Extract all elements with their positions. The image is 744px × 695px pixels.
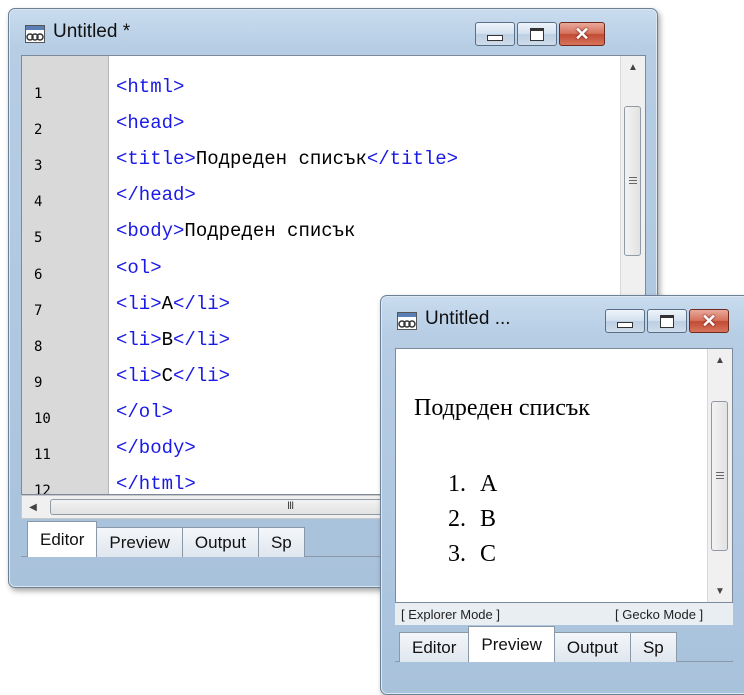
close-button[interactable]: ✕ xyxy=(689,309,729,333)
close-icon: ✕ xyxy=(574,24,590,44)
scroll-grip: III xyxy=(287,500,294,512)
html-closing-tag: </li> xyxy=(173,292,231,315)
html-closing-tag: </title> xyxy=(366,148,459,171)
close-button[interactable]: ✕ xyxy=(559,22,605,46)
code-line[interactable]: </html> xyxy=(116,473,196,495)
maximize-button[interactable] xyxy=(517,22,557,46)
code-line[interactable]: <li>A</li> xyxy=(116,293,230,315)
minimize-icon xyxy=(487,35,503,41)
html-tag: </head> xyxy=(116,184,196,207)
preview-window: Untitled ... ✕ Подреден списък 1. A 2. B 3. C… xyxy=(380,295,744,695)
app-icon xyxy=(25,25,45,43)
tab-sp[interactable]: Sp xyxy=(257,527,305,557)
html-tag: <li> xyxy=(116,364,162,387)
preview-heading: Подреден списък xyxy=(414,395,590,421)
close-icon: ✕ xyxy=(701,311,717,331)
maximize-icon xyxy=(530,27,544,41)
html-tag: </ol> xyxy=(116,400,174,423)
html-tag: <li> xyxy=(116,292,162,315)
caption-buttons: ✕ xyxy=(603,309,729,333)
line-number: 4 xyxy=(34,194,43,211)
code-line[interactable]: <li>B</li> xyxy=(116,329,230,351)
html-closing-tag: </li> xyxy=(173,328,231,351)
tab-editor[interactable]: Editor xyxy=(27,521,98,557)
code-line[interactable]: <ol> xyxy=(116,257,162,279)
line-number: 7 xyxy=(34,302,43,319)
line-number: 6 xyxy=(34,266,43,283)
html-tag: <body> xyxy=(116,220,185,243)
code-line[interactable]: </ol> xyxy=(116,401,173,423)
window-title: Untitled * xyxy=(53,21,131,42)
line-number: 9 xyxy=(34,374,43,391)
html-tag: <html> xyxy=(116,76,185,98)
line-number: 11 xyxy=(34,447,51,463)
code-text: Подреден списък xyxy=(184,220,356,243)
line-number: 1 xyxy=(34,86,43,102)
html-tag: <title> xyxy=(116,148,196,171)
scroll-thumb[interactable] xyxy=(711,401,728,551)
minimize-button[interactable] xyxy=(475,22,515,46)
html-tag: <head> xyxy=(116,112,185,135)
preview-vertical-scrollbar[interactable]: ▲ ▼ xyxy=(707,349,732,602)
maximize-button[interactable] xyxy=(647,309,687,333)
list-item: A xyxy=(480,471,498,497)
explorer-mode-toggle[interactable]: [ Explorer Mode ] xyxy=(401,607,500,622)
app-icon xyxy=(397,312,417,330)
code-line[interactable]: <body>Подреден списък xyxy=(116,220,355,242)
tab-output[interactable]: Output xyxy=(181,527,259,557)
code-line[interactable]: <li>C</li> xyxy=(116,365,230,387)
line-number: 2 xyxy=(34,122,43,139)
html-tag: </html> xyxy=(116,473,196,495)
maximize-icon xyxy=(660,314,674,328)
list-item-marker: 3. xyxy=(448,541,466,567)
scroll-left-arrow-icon[interactable]: ◀ xyxy=(22,496,44,518)
line-number: 8 xyxy=(34,338,43,355)
code-line[interactable]: <head> xyxy=(116,112,184,134)
caption-buttons: ✕ xyxy=(473,22,605,46)
html-closing-tag: </li> xyxy=(173,364,231,387)
code-line[interactable]: <title>Подреден списък</title> xyxy=(116,148,458,170)
tab-preview[interactable]: Preview xyxy=(468,626,555,662)
code-line[interactable]: </head> xyxy=(116,184,196,206)
editor-tabbar: Editor Preview Output Sp xyxy=(27,521,305,557)
list-item: C xyxy=(480,541,497,567)
scroll-thumb[interactable] xyxy=(624,106,641,256)
tab-preview[interactable]: Preview xyxy=(96,527,183,557)
line-number: 12 xyxy=(34,483,51,495)
code-line[interactable]: </body> xyxy=(116,437,196,459)
gecko-mode-toggle[interactable]: [ Gecko Mode ] xyxy=(615,607,703,622)
minimize-icon xyxy=(617,322,633,328)
code-text: A xyxy=(161,292,174,315)
scroll-down-arrow-icon[interactable]: ▼ xyxy=(708,580,732,602)
line-number: 3 xyxy=(34,158,43,175)
list-item: B xyxy=(480,506,497,532)
preview-titlebar[interactable]: Untitled ... ✕ xyxy=(381,296,744,338)
render-mode-bar: [ Explorer Mode ] [ Gecko Mode ] xyxy=(395,603,733,625)
minimize-button[interactable] xyxy=(605,309,645,333)
list-item-marker: 1. xyxy=(448,471,466,497)
code-text: C xyxy=(161,364,174,387)
code-text: Подреден списък xyxy=(195,148,367,171)
line-number: 10 xyxy=(34,410,51,427)
editor-titlebar[interactable]: Untitled * ✕ xyxy=(9,9,657,51)
tab-editor[interactable]: Editor xyxy=(399,632,470,662)
html-tag: <li> xyxy=(116,328,162,351)
code-line[interactable]: <html> xyxy=(116,76,184,98)
preview-tabbar: Editor Preview Output Sp xyxy=(399,626,677,662)
html-tag: <ol> xyxy=(116,256,162,279)
tab-sp[interactable]: Sp xyxy=(629,632,677,662)
scroll-up-arrow-icon[interactable]: ▲ xyxy=(708,349,732,371)
list-item-marker: 2. xyxy=(448,506,466,532)
tab-output[interactable]: Output xyxy=(553,632,631,662)
code-text: B xyxy=(161,328,174,351)
html-tag: </body> xyxy=(116,437,196,459)
line-number: 5 xyxy=(34,230,43,247)
browser-preview[interactable]: Подреден списък 1. A 2. B 3. C ▲ ▼ xyxy=(395,348,733,603)
window-title: Untitled ... xyxy=(425,308,511,329)
scroll-up-arrow-icon[interactable]: ▲ xyxy=(621,56,645,78)
